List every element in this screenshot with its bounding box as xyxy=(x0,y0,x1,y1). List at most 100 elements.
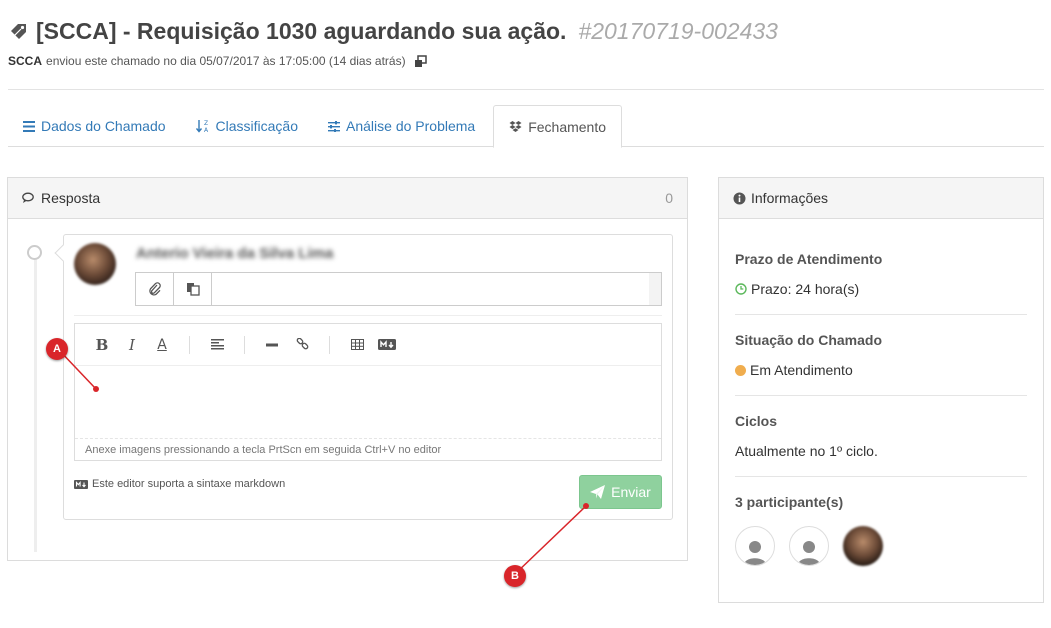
toolbar-separator xyxy=(189,335,190,354)
sent-text: enviou este chamado no dia 05/07/2017 às… xyxy=(46,54,406,68)
participant-avatar[interactable] xyxy=(843,526,883,566)
response-panel: Resposta 0 Anterio Vieira da Silva Lima … xyxy=(7,177,688,561)
markdown-preview-button[interactable] xyxy=(372,332,402,358)
tab-label: Dados do Chamado xyxy=(41,118,166,134)
participant-avatar[interactable] xyxy=(789,526,829,566)
deadline-heading: Prazo de Atendimento xyxy=(735,251,883,267)
divider xyxy=(8,89,1044,90)
editor-hint: Anexe imagens pressionando a tecla PrtSc… xyxy=(75,438,661,460)
tab-fechamento[interactable]: Fechamento xyxy=(493,105,623,148)
link-icon xyxy=(296,338,308,350)
svg-text:A: A xyxy=(204,127,209,133)
ticket-subtitle: SCCA enviou este chamado no dia 05/07/20… xyxy=(8,54,1044,68)
horizontal-rule-button[interactable] xyxy=(257,332,287,358)
editor-toolbar: B I A xyxy=(75,324,661,366)
editor-textarea[interactable] xyxy=(75,366,661,438)
card-arrow xyxy=(54,244,72,262)
paste-button[interactable] xyxy=(174,273,212,305)
timeline-dot xyxy=(27,245,42,260)
page-header: [SCCA] - Requisição 1030 aguardando sua … xyxy=(8,18,1044,68)
align-left-icon xyxy=(210,339,224,350)
deadline-section: Prazo de Atendimento Prazo: 24 hora(s) xyxy=(719,251,1043,297)
tab-label: Análise do Problema xyxy=(346,118,476,134)
title-row: [SCCA] - Requisição 1030 aguardando sua … xyxy=(8,18,1044,45)
info-separator xyxy=(735,476,1027,477)
status-value-row: Em Atendimento xyxy=(735,362,1027,378)
cycles-section: Ciclos Atualmente no 1º ciclo. xyxy=(719,413,1043,459)
info-separator xyxy=(735,395,1027,396)
participant-avatar[interactable] xyxy=(735,526,775,566)
status-value: Em Atendimento xyxy=(750,362,853,378)
attachment-scrollbar xyxy=(649,273,661,305)
tab-dados-do-chamado[interactable]: Dados do Chamado xyxy=(8,105,181,147)
reply-card: Anterio Vieira da Silva Lima B I A Anexe… xyxy=(54,234,673,520)
response-panel-header: Resposta 0 xyxy=(8,178,687,219)
italic-icon: I xyxy=(129,335,135,354)
tab-label: Fechamento xyxy=(528,118,607,135)
paperclip-icon xyxy=(148,282,161,296)
ticket-id: #20170719-002433 xyxy=(578,18,778,44)
external-window-icon[interactable] xyxy=(414,54,427,68)
card-separator xyxy=(74,315,662,316)
info-separator xyxy=(735,314,1027,315)
author-avatar xyxy=(74,243,116,285)
participants-heading: 3 participante(s) xyxy=(735,494,844,510)
bold-icon: B xyxy=(95,335,109,354)
table-button[interactable] xyxy=(342,332,372,358)
markdown-icon xyxy=(74,479,88,489)
dropbox-icon xyxy=(509,120,522,132)
markdown-editor: B I A Anexe imagens pressionando a tecla… xyxy=(74,323,662,461)
minus-icon xyxy=(266,343,278,346)
list-icon xyxy=(23,120,35,132)
sender-name: SCCA xyxy=(8,54,43,68)
send-label: Enviar xyxy=(611,484,651,500)
attach-file-button[interactable] xyxy=(136,273,174,305)
info-title: Informações xyxy=(751,190,829,206)
svg-text:Z: Z xyxy=(204,120,208,127)
toolbar-separator xyxy=(329,335,330,354)
markdown-note: Este editor suporta a sintaxe markdown xyxy=(74,478,285,490)
cycles-value: Atualmente no 1º ciclo. xyxy=(735,443,878,459)
comments-icon xyxy=(22,192,34,203)
bold-button[interactable]: B xyxy=(87,332,117,358)
text-color-button[interactable]: A xyxy=(147,332,177,358)
clock-icon xyxy=(735,283,747,295)
tab-label: Classificação xyxy=(215,118,299,134)
sliders-icon xyxy=(328,120,341,132)
copy-icon xyxy=(186,283,200,296)
user-icon xyxy=(798,541,820,565)
send-button[interactable]: Enviar xyxy=(579,475,662,509)
paper-plane-icon xyxy=(590,485,606,499)
sort-alpha-icon: ZA xyxy=(195,120,209,133)
info-panel-header: Informações xyxy=(719,178,1043,219)
link-button[interactable] xyxy=(287,332,317,358)
tab-classificacao[interactable]: ZA Classificação xyxy=(181,105,313,147)
cycles-heading: Ciclos xyxy=(735,413,778,429)
response-title: Resposta xyxy=(41,190,101,206)
info-circle-icon xyxy=(733,192,746,204)
participants-list xyxy=(735,526,1027,566)
deadline-value-row: Prazo: 24 hora(s) xyxy=(735,281,1027,297)
info-panel: Informações Prazo de Atendimento Prazo: … xyxy=(718,177,1044,603)
tab-analise-do-problema[interactable]: Análise do Problema xyxy=(313,105,490,147)
attachment-field[interactable] xyxy=(212,273,649,305)
callout-b: B xyxy=(504,565,526,587)
status-section: Situação do Chamado Em Atendimento xyxy=(719,332,1043,378)
align-button[interactable] xyxy=(202,332,232,358)
attachment-bar xyxy=(135,272,662,306)
italic-button[interactable]: I xyxy=(117,332,147,358)
table-icon xyxy=(350,339,364,350)
timeline-line xyxy=(34,254,37,552)
page-title: [SCCA] - Requisição 1030 aguardando sua … xyxy=(36,18,567,44)
user-icon xyxy=(744,541,766,565)
tags-icon xyxy=(8,21,30,43)
toolbar-separator xyxy=(244,335,245,354)
callout-a: A xyxy=(46,338,68,360)
deadline-value: Prazo: 24 hora(s) xyxy=(751,281,860,297)
tab-bar: Dados do Chamado ZA Classificação Anális… xyxy=(8,105,1044,148)
author-name: Anterio Vieira da Silva Lima xyxy=(136,245,334,262)
markdown-note-text: Este editor suporta a sintaxe markdown xyxy=(92,478,286,490)
font-color-icon: A xyxy=(157,336,167,353)
status-heading: Situação do Chamado xyxy=(735,332,883,348)
markdown-icon xyxy=(378,339,396,350)
